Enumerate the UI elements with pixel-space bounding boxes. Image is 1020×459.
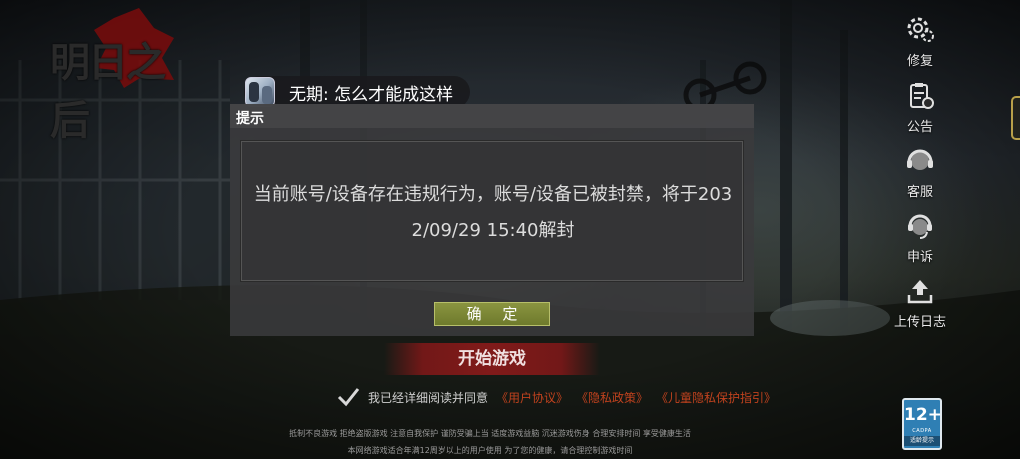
upload-log-label: 上传日志: [893, 315, 946, 330]
repair-button[interactable]: 修复: [884, 14, 956, 76]
avatar: [245, 77, 275, 107]
confirm-button[interactable]: 确 定: [434, 302, 550, 326]
ban-notice-dialog: 提示 当前账号/设备存在违规行为，账号/设备已被封禁，将于203 2/09/29…: [230, 104, 754, 336]
appeal-headset-icon: [908, 214, 932, 239]
notice-clipboard-icon: [910, 83, 934, 109]
privacy-policy-link[interactable]: 《隐私政策》: [576, 389, 648, 406]
health-advisory-line-1: 抵制不良游戏 拒绝盗版游戏 注意自我保护 谨防受骗上当 适度游戏益脑 沉迷游戏伤…: [289, 429, 691, 438]
repair-label: 修复: [906, 54, 933, 69]
agreement-checkbox[interactable]: [336, 386, 360, 408]
appeal-button[interactable]: 申诉: [884, 210, 956, 272]
side-drawer-tab[interactable]: [1011, 96, 1020, 140]
appeal-label: 申诉: [906, 250, 933, 265]
dialog-message-box: 当前账号/设备存在违规行为，账号/设备已被封禁，将于203 2/09/29 15…: [240, 140, 744, 282]
age-rating-org: CADPA: [912, 428, 932, 434]
agreement-text: 我已经详细阅读并同意: [368, 390, 489, 405]
child-privacy-link[interactable]: 《儿童隐私保护指引》: [656, 389, 776, 406]
gear-repair-icon: [907, 17, 934, 42]
chat-message: 无期: 怎么才能成这样: [289, 84, 454, 105]
game-logo: 明日之后: [44, 8, 194, 144]
age-rating-badge[interactable]: 12+ CADPA 适龄提示: [902, 398, 942, 450]
dialog-message-line-1: 当前账号/设备存在违规行为，账号/设备已被封禁，将于203: [253, 184, 733, 205]
dialog-title: 提示: [236, 111, 264, 127]
user-agreement-link[interactable]: 《用户协议》: [496, 389, 568, 406]
agreement-row: 我已经详细阅读并同意 《用户协议》 《隐私政策》 《儿童隐私保护指引》: [336, 386, 776, 408]
dialog-message-line-2: 2/09/29 15:40解封: [411, 220, 575, 241]
start-game-button[interactable]: 开始游戏: [384, 343, 600, 375]
age-rating-note: 适龄提示: [904, 436, 940, 446]
dialog-title-bar: 提示: [230, 104, 754, 128]
notice-button[interactable]: 公告: [884, 80, 956, 142]
upload-log-icon: [907, 280, 933, 304]
customer-service-label: 客服: [906, 185, 933, 200]
customer-service-button[interactable]: 客服: [884, 145, 956, 207]
health-advisory-line-2: 本网络游戏适合年满12周岁以上的用户使用 为了您的健康，请合理控制游戏时间: [347, 446, 633, 455]
customer-service-headset-icon: [907, 149, 933, 170]
upload-log-button[interactable]: 上传日志: [884, 275, 956, 337]
dialog-message: 当前账号/设备存在违规行为，账号/设备已被封禁，将于203 2/09/29 15…: [241, 177, 745, 249]
logo-text: 明日之后: [50, 39, 166, 144]
notice-label: 公告: [906, 120, 933, 135]
age-rating-number: 12+: [904, 405, 942, 425]
